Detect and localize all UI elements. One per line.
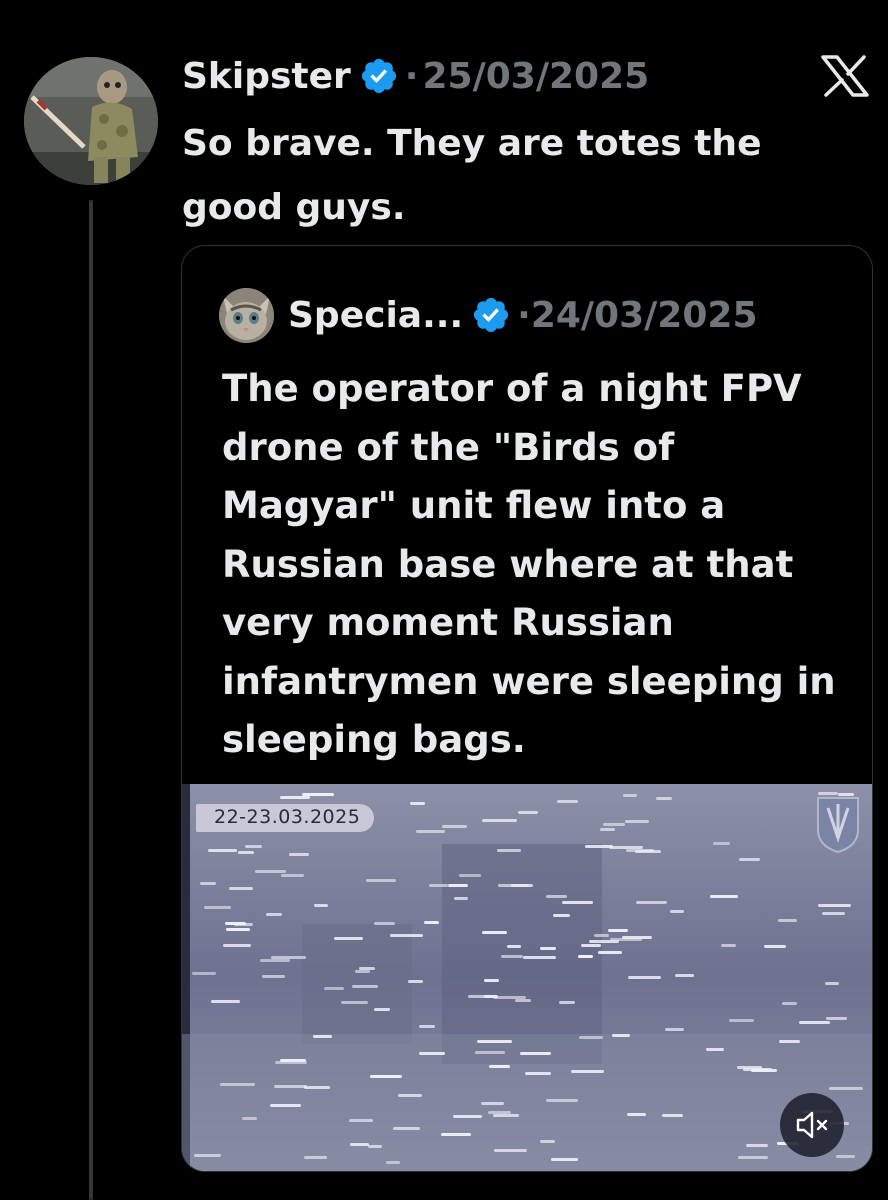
author-avatar[interactable] <box>24 57 158 185</box>
quoted-post-header: Specia... · 24/03/2025 <box>219 287 758 343</box>
post-date[interactable]: 25/03/2025 <box>422 56 649 97</box>
quoted-author-avatar[interactable] <box>219 287 274 343</box>
quoted-post-text: The operator of a night FPV drone of the… <box>222 367 836 761</box>
quoted-post-card[interactable]: Specia... · 24/03/2025 The operator of a… <box>181 245 873 1172</box>
verified-badge-icon <box>471 295 511 335</box>
post-header: Skipster · 25/03/2025 <box>182 50 649 102</box>
mute-button[interactable] <box>780 1093 844 1157</box>
header-separator: · <box>404 55 419 97</box>
verified-badge-icon <box>359 56 399 96</box>
author-name[interactable]: Skipster <box>182 56 351 97</box>
thread-line <box>89 200 93 1200</box>
speaker-muted-icon <box>796 1111 828 1139</box>
quoted-header-separator: · <box>517 294 531 336</box>
video-date-overlay: 22-23.03.2025 <box>196 804 375 832</box>
quoted-post-video[interactable]: 22-23.03.2025 <box>182 784 872 1171</box>
quoted-author-name[interactable]: Specia... <box>288 295 463 336</box>
post-text: So brave. They are totes the good guys. <box>182 123 762 228</box>
night-vision-frame <box>182 784 872 1171</box>
x-logo-icon <box>820 55 870 97</box>
quoted-post-date[interactable]: 24/03/2025 <box>531 295 758 336</box>
unit-emblem-icon <box>814 794 862 854</box>
